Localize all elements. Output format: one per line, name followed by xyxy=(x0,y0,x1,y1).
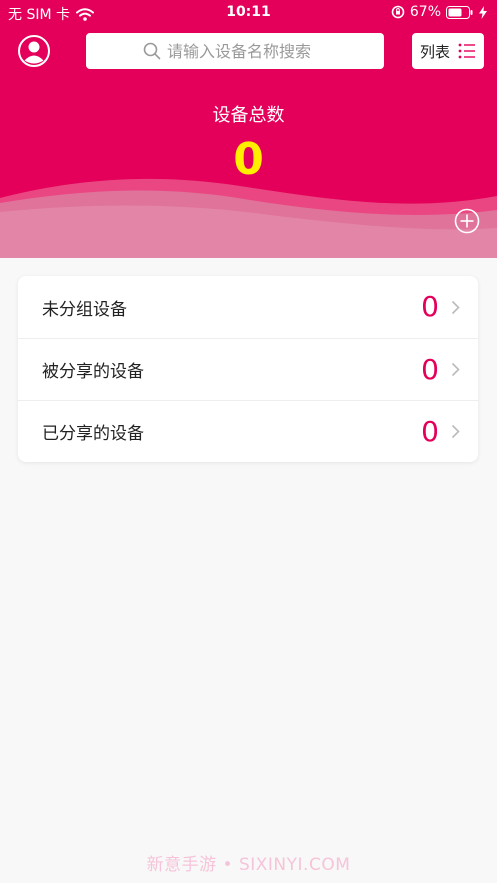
user-avatar-icon xyxy=(18,35,50,67)
battery-percent: 67% xyxy=(409,4,441,20)
list-icon xyxy=(458,43,475,59)
list-item-shared-devices[interactable]: 已分享的设备 0 xyxy=(18,400,478,462)
battery-icon xyxy=(446,5,473,19)
row-label: 未分组设备 xyxy=(42,299,127,320)
orientation-lock-icon xyxy=(391,5,405,19)
chevron-right-icon xyxy=(451,362,460,377)
charging-icon xyxy=(479,5,487,19)
total-devices-count: 0 xyxy=(233,134,264,185)
row-label: 被分享的设备 xyxy=(42,362,144,382)
search-input[interactable] xyxy=(167,41,327,61)
search-bar[interactable] xyxy=(86,33,384,69)
list-view-label: 列表 xyxy=(419,42,450,61)
row-label: 已分享的设备 xyxy=(42,424,144,444)
plus-circle-icon xyxy=(454,208,480,234)
status-bar-right: 67% xyxy=(391,4,487,20)
user-avatar-button[interactable] xyxy=(18,35,50,67)
row-count: 0 xyxy=(421,352,439,386)
device-groups-card: 未分组设备 0 被分享的设备 0 已分享的设备 0 xyxy=(18,276,478,462)
list-item-shared-with-me-devices[interactable]: 被分享的设备 0 xyxy=(18,338,478,400)
list-item-ungrouped-devices[interactable]: 未分组设备 0 xyxy=(18,276,478,338)
chevron-right-icon xyxy=(451,300,460,314)
status-bar: 无 SIM 卡 10:11 67% xyxy=(0,0,497,26)
watermark-text: 新意手游 • SIXINYI.COM xyxy=(146,855,351,875)
row-count: 0 xyxy=(421,414,439,448)
total-devices-label: 设备总数 xyxy=(212,105,285,126)
row-count: 0 xyxy=(421,290,439,323)
list-view-button[interactable]: 列表 xyxy=(412,33,484,69)
add-device-button[interactable] xyxy=(454,208,480,234)
chevron-right-icon xyxy=(451,424,460,439)
search-icon xyxy=(143,42,161,60)
header-panel: 无 SIM 卡 10:11 67% 请输入设备名称搜索 列表 设备总数 0 xyxy=(0,0,497,258)
